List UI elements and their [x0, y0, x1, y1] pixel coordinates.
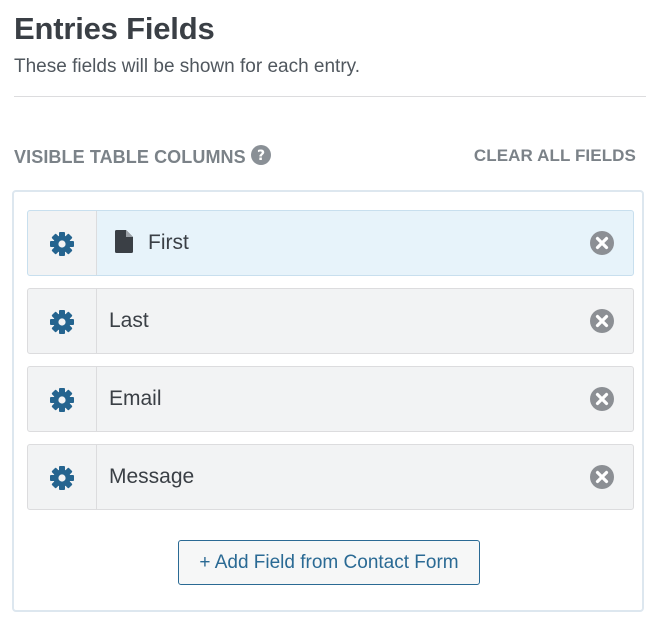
field-row-message[interactable]: Message — [27, 444, 634, 510]
columns-title: VISIBLE TABLE COLUMNS — [14, 147, 246, 167]
columns-bar: VISIBLE TABLE COLUMNS ? CLEAR ALL FIELDS — [14, 143, 636, 169]
field-settings-button[interactable] — [28, 367, 97, 431]
gear-icon — [50, 232, 74, 256]
field-row-first[interactable]: First — [27, 210, 634, 276]
gear-icon — [50, 466, 74, 490]
question-circle-icon[interactable]: ? — [251, 145, 271, 165]
gear-icon — [50, 388, 74, 412]
gear-icon — [50, 310, 74, 334]
page-subtitle: These fields will be shown for each entr… — [14, 56, 361, 77]
field-row-email[interactable]: Email — [27, 366, 634, 432]
field-label: First — [148, 231, 189, 254]
field-row-last[interactable]: Last — [27, 288, 634, 354]
page-title: Entries Fields — [14, 11, 215, 46]
file-icon — [115, 230, 133, 253]
svg-text:?: ? — [257, 148, 265, 164]
fields-box: First Last Email Message + Add Field fro… — [12, 190, 644, 612]
field-settings-button[interactable] — [28, 445, 97, 509]
field-label: Message — [109, 465, 195, 488]
remove-field-icon[interactable] — [590, 465, 614, 489]
remove-field-icon[interactable] — [590, 387, 614, 411]
add-field-button[interactable]: + Add Field from Contact Form — [178, 540, 480, 585]
remove-field-icon[interactable] — [590, 231, 614, 255]
field-label: Last — [109, 309, 149, 332]
field-settings-button[interactable] — [28, 289, 97, 353]
remove-field-icon[interactable] — [590, 309, 614, 333]
divider — [14, 96, 646, 97]
field-settings-button[interactable] — [28, 211, 97, 275]
field-label: Email — [109, 387, 162, 410]
clear-all-fields-link[interactable]: CLEAR ALL FIELDS — [474, 145, 636, 167]
